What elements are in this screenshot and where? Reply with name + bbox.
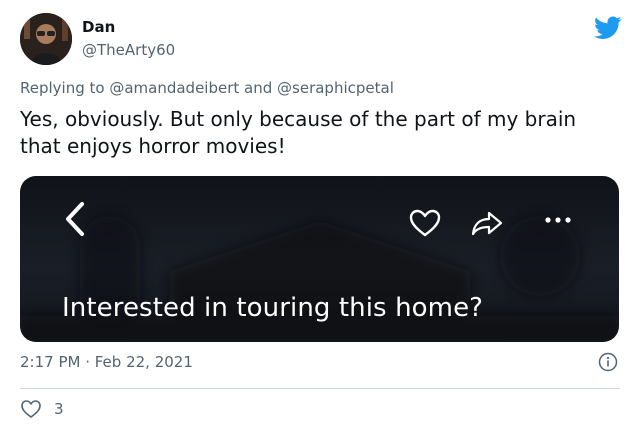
twitter-bird-icon[interactable] <box>594 16 622 40</box>
divider <box>20 388 620 389</box>
heart-outline-icon[interactable] <box>408 208 442 238</box>
author-name[interactable]: Dan <box>82 18 115 36</box>
tweet-timestamp[interactable]: 2:17 PM · Feb 22, 2021 <box>20 353 193 371</box>
share-arrow-icon[interactable] <box>470 208 504 238</box>
info-icon[interactable] <box>598 352 618 372</box>
heart-icon[interactable] <box>20 399 42 419</box>
media-caption: Interested in touring this home? <box>62 293 484 323</box>
author-handle[interactable]: @TheArty60 <box>82 41 175 59</box>
media-card[interactable]: Interested in touring this home? <box>20 176 619 342</box>
chevron-left-icon[interactable] <box>60 198 92 240</box>
tweet-text: Yes, obviously. But only because of the … <box>20 107 577 158</box>
more-dots-icon[interactable] <box>544 214 572 226</box>
like-count[interactable]: 3 <box>54 400 64 418</box>
reply-context[interactable]: Replying to @amandadeibert and @seraphic… <box>20 79 394 97</box>
avatar[interactable] <box>20 13 72 65</box>
